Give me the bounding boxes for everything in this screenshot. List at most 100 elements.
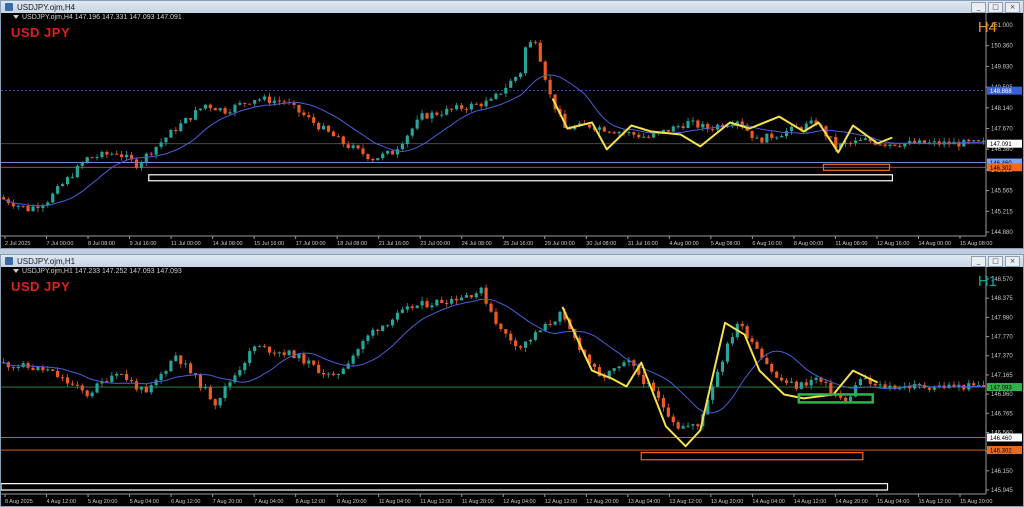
candle-body[interactable] xyxy=(770,133,774,139)
candle-body[interactable] xyxy=(366,154,370,159)
candle-body[interactable] xyxy=(159,373,163,381)
candle-body[interactable] xyxy=(203,387,207,389)
candle-body[interactable] xyxy=(469,103,473,110)
candle-body[interactable] xyxy=(519,73,523,78)
candle-body[interactable] xyxy=(711,386,715,400)
candle-body[interactable] xyxy=(356,145,360,149)
candle-body[interactable] xyxy=(277,352,281,354)
candle-body[interactable] xyxy=(755,341,759,349)
candle-body[interactable] xyxy=(642,374,646,385)
candle-body[interactable] xyxy=(494,93,498,99)
candle-body[interactable] xyxy=(981,140,986,142)
candle-body[interactable] xyxy=(533,332,537,340)
candle-body[interactable] xyxy=(238,102,242,105)
candle-body[interactable] xyxy=(90,392,94,397)
candle-body[interactable] xyxy=(351,355,355,364)
candle-body[interactable] xyxy=(70,383,74,385)
candle-body[interactable] xyxy=(228,382,232,387)
candle-body[interactable] xyxy=(16,205,20,207)
candle-body[interactable] xyxy=(617,132,621,134)
candle-body[interactable] xyxy=(90,157,94,159)
candle-body[interactable] xyxy=(105,381,109,383)
candle-body[interactable] xyxy=(100,151,104,158)
candle-body[interactable] xyxy=(903,143,907,147)
maximize-button[interactable]: □ xyxy=(988,2,1003,13)
candle-body[interactable] xyxy=(893,144,897,146)
candle-body[interactable] xyxy=(430,305,434,308)
candle-body[interactable] xyxy=(169,360,173,372)
candle-body[interactable] xyxy=(691,120,695,122)
candle-body[interactable] xyxy=(139,386,143,390)
candle-body[interactable] xyxy=(282,101,286,103)
close-button[interactable]: × xyxy=(1005,2,1020,13)
candle-body[interactable] xyxy=(430,112,434,119)
candle-body[interactable] xyxy=(386,325,390,327)
candle-body[interactable] xyxy=(474,103,478,105)
candle-body[interactable] xyxy=(750,130,754,138)
candle-body[interactable] xyxy=(686,121,690,129)
candle-body[interactable] xyxy=(341,136,345,145)
candle-body[interactable] xyxy=(627,132,631,134)
chart-canvas-h1[interactable]: 148.570148.375147.980147.770147.370147.1… xyxy=(1,267,1023,506)
candle-body[interactable] xyxy=(85,390,89,397)
candle-body[interactable] xyxy=(272,100,276,103)
candle-body[interactable] xyxy=(543,323,547,331)
candle-body[interactable] xyxy=(459,297,464,301)
minimize-button[interactable]: _ xyxy=(971,2,986,13)
candle-body[interactable] xyxy=(26,205,30,212)
candle-body[interactable] xyxy=(56,370,60,378)
candle-body[interactable] xyxy=(789,381,794,383)
candle-body[interactable] xyxy=(307,360,311,364)
candle-body[interactable] xyxy=(51,193,55,203)
candle-body[interactable] xyxy=(312,117,316,123)
candle-body[interactable] xyxy=(479,287,483,294)
candle-body[interactable] xyxy=(272,352,276,354)
candle-body[interactable] xyxy=(612,132,616,134)
candle-body[interactable] xyxy=(115,153,119,155)
candle-body[interactable] xyxy=(883,384,887,389)
candle-body[interactable] xyxy=(858,140,862,142)
candle-body[interactable] xyxy=(218,108,222,111)
candle-body[interactable] xyxy=(425,301,429,308)
candle-body[interactable] xyxy=(523,341,528,348)
candle-body[interactable] xyxy=(331,131,336,137)
candle-body[interactable] xyxy=(95,157,99,159)
candle-body[interactable] xyxy=(1,197,6,200)
candle-body[interactable] xyxy=(213,399,217,406)
candle-body[interactable] xyxy=(651,133,656,138)
candle-body[interactable] xyxy=(120,373,124,375)
candle-body[interactable] xyxy=(509,333,513,341)
candle-body[interactable] xyxy=(514,77,518,81)
candle-body[interactable] xyxy=(504,87,508,94)
dropdown-arrow-icon[interactable] xyxy=(13,15,19,20)
candle-body[interactable] xyxy=(972,383,976,386)
candle-body[interactable] xyxy=(31,206,35,212)
candle-body[interactable] xyxy=(243,102,247,104)
candle-body[interactable] xyxy=(75,384,79,386)
chart-window-h1[interactable]: USDJPY.ojm,H1 _ □ × 148.570 148.375 147.98… xyxy=(0,254,1024,507)
candle-body[interactable] xyxy=(336,136,340,138)
candle-body[interactable] xyxy=(322,125,326,130)
candle-body[interactable] xyxy=(253,100,257,104)
candle-body[interactable] xyxy=(720,361,725,372)
candle-body[interactable] xyxy=(267,96,271,103)
candle-body[interactable] xyxy=(873,383,877,386)
candle-body[interactable] xyxy=(716,371,720,387)
candle-body[interactable] xyxy=(666,407,670,417)
candle-body[interactable] xyxy=(538,330,542,333)
candle-body[interactable] xyxy=(587,124,592,128)
candle-body[interactable] xyxy=(898,145,902,147)
candle-body[interactable] xyxy=(794,381,798,389)
candle-body[interactable] xyxy=(179,355,183,365)
candle-body[interactable] xyxy=(203,104,207,109)
dropdown-arrow-icon[interactable] xyxy=(13,269,19,274)
candle-body[interactable] xyxy=(780,377,784,381)
candle-body[interactable] xyxy=(11,367,15,369)
candle-body[interactable] xyxy=(445,302,449,304)
candle-body[interactable] xyxy=(80,162,84,166)
candle-body[interactable] xyxy=(691,424,695,426)
candle-body[interactable] xyxy=(287,350,291,356)
candle-body[interactable] xyxy=(863,378,867,380)
candle-body[interactable] xyxy=(326,125,331,132)
candle-body[interactable] xyxy=(440,299,444,303)
